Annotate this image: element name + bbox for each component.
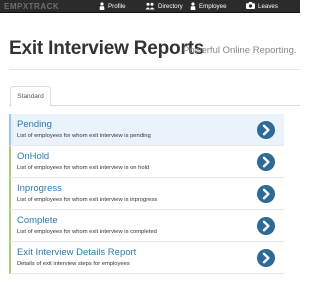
report-description: List of employees for whom exit intervie…: [17, 133, 151, 139]
nav-profile-label: Profile: [108, 3, 126, 10]
chevron-right-circle-icon[interactable]: [257, 121, 275, 139]
page-title: Exit Interview Reports: [9, 38, 205, 59]
report-title[interactable]: Exit Interview Details Report: [17, 247, 136, 258]
report-description: List of employees for whom exit intervie…: [17, 165, 150, 171]
nav-employee-label: Employee: [199, 3, 227, 10]
report-title[interactable]: Complete: [17, 215, 58, 226]
nav-directory-label: Directory: [158, 3, 183, 10]
report-item-inprogress[interactable]: Inprogress List of employees for whom ex…: [9, 178, 284, 210]
people-icon: [145, 2, 155, 12]
app-logo[interactable]: EMPXTRACK: [4, 1, 82, 12]
report-description: List of employees for whom exit intervie…: [17, 197, 158, 203]
report-title[interactable]: Inprogress: [17, 183, 62, 194]
report-item-complete[interactable]: Complete List of employees for whom exit…: [9, 210, 284, 242]
chevron-right-circle-icon[interactable]: [257, 185, 275, 203]
report-item-onhold[interactable]: OnHold List of employees for whom exit i…: [9, 146, 284, 178]
report-item-pending[interactable]: Pending List of employees for whom exit …: [9, 114, 284, 146]
nav-directory[interactable]: Directory: [145, 0, 183, 13]
page-subtitle: Powerful Online Reporting.: [183, 45, 297, 56]
report-item-exit-interview-details[interactable]: Exit Interview Details Report Details of…: [9, 242, 284, 274]
header-divider: [9, 69, 300, 70]
nav-leaves-label: Leaves: [258, 3, 278, 10]
report-tabs: Standard: [9, 86, 300, 107]
report-title[interactable]: OnHold: [17, 151, 49, 162]
person-icon: [99, 1, 105, 12]
nav-leaves[interactable]: Leaves: [246, 0, 278, 13]
nav-employee[interactable]: Employee: [190, 0, 227, 13]
report-description: List of employees for whom exit intervie…: [17, 229, 157, 235]
top-navbar: EMPXTRACK Profile Directory Employee Lea…: [0, 0, 300, 13]
tab-standard[interactable]: Standard: [10, 86, 51, 107]
chevron-right-circle-icon[interactable]: [257, 153, 275, 171]
person-icon: [190, 1, 196, 12]
camera-icon: [246, 2, 255, 11]
chevron-right-circle-icon[interactable]: [257, 217, 275, 235]
chevron-right-circle-icon[interactable]: [257, 249, 275, 267]
report-description: Details of exit interview steps for empl…: [17, 261, 130, 267]
nav-profile[interactable]: Profile: [99, 0, 126, 13]
logo-wordmark: EMPXTRACK: [4, 2, 60, 11]
report-title[interactable]: Pending: [17, 119, 52, 130]
